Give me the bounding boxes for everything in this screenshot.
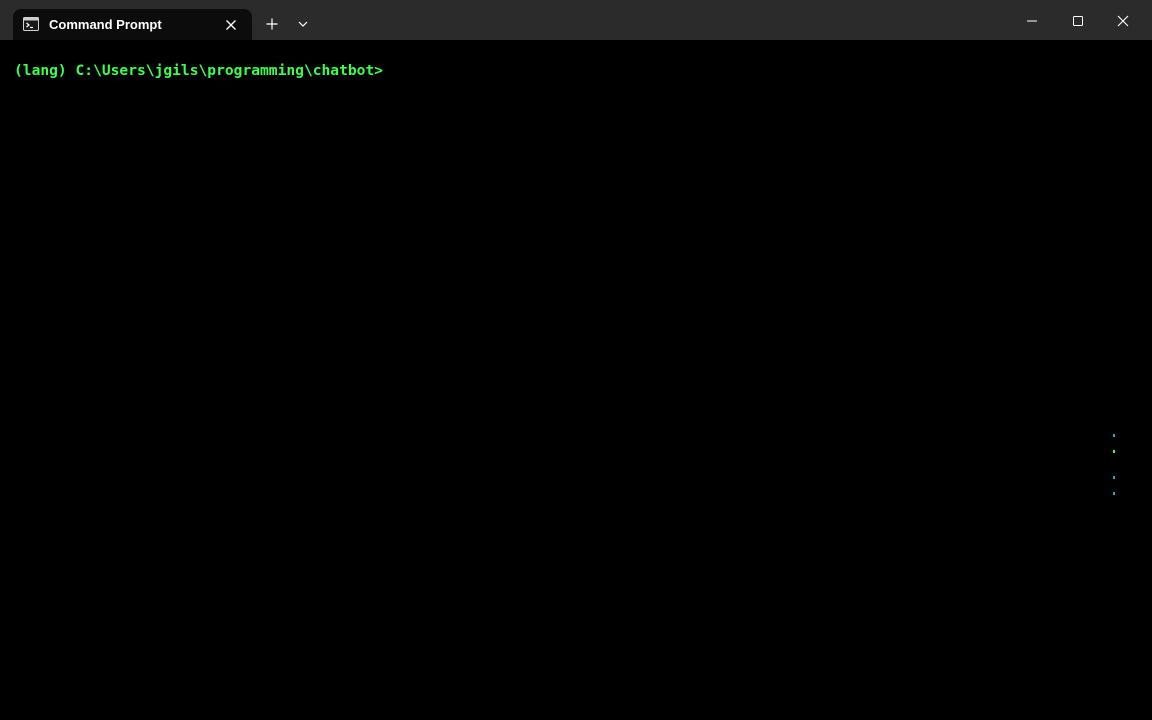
prompt-line: (lang) C:\Users\jgils\programming\chatbo…	[14, 62, 384, 79]
plus-icon	[266, 18, 278, 30]
close-window-button[interactable]	[1100, 6, 1146, 36]
minimize-button[interactable]	[1009, 6, 1055, 36]
scroll-mark	[1113, 450, 1115, 453]
chevron-down-icon	[298, 21, 308, 27]
new-tab-button[interactable]	[262, 14, 282, 34]
scroll-mark	[1113, 492, 1115, 495]
maximize-button[interactable]	[1055, 6, 1101, 36]
scrollbar-marks	[1113, 434, 1117, 504]
close-icon	[1117, 15, 1129, 27]
terminal-icon	[23, 17, 39, 31]
title-bar[interactable]: Command Prompt	[0, 0, 1152, 40]
minimize-icon	[1027, 20, 1037, 22]
tab-command-prompt[interactable]: Command Prompt	[13, 9, 252, 40]
close-icon	[226, 20, 236, 30]
scroll-mark	[1113, 476, 1115, 479]
tab-title: Command Prompt	[49, 17, 162, 32]
terminal-output[interactable]: (lang) C:\Users\jgils\programming\chatbo…	[0, 40, 1152, 720]
maximize-icon	[1073, 16, 1083, 26]
scroll-mark	[1113, 434, 1115, 437]
close-tab-button[interactable]	[222, 16, 240, 34]
terminal-window: Command Prompt (lang) C:\Users\jgils\pro…	[0, 0, 1152, 720]
tab-dropdown-button[interactable]	[294, 15, 312, 33]
